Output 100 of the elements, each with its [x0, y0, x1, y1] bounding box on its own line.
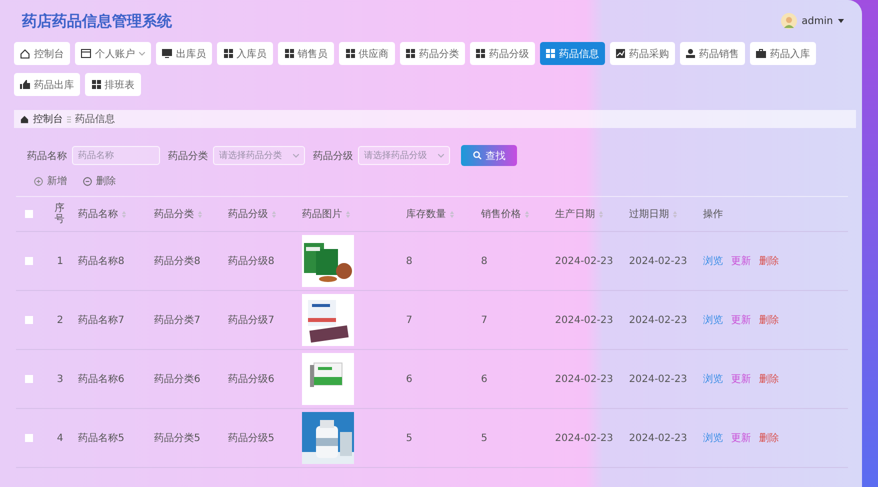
- grid-icon: [284, 49, 294, 58]
- sort-icon[interactable]: [272, 210, 276, 218]
- nav-tab[interactable]: 药品采购: [610, 42, 675, 65]
- nav-tab[interactable]: 药品分类: [400, 42, 465, 65]
- nav-tab[interactable]: 个人账户: [75, 42, 151, 65]
- nav-tab[interactable]: 药品出库: [14, 73, 80, 96]
- delete-link[interactable]: 删除: [759, 372, 779, 386]
- sort-icon[interactable]: [525, 210, 529, 218]
- user-name[interactable]: admin: [802, 16, 833, 26]
- table-cell: 1: [56, 256, 64, 266]
- table-cell-text: 药品分级6: [228, 372, 274, 386]
- row-checkbox[interactable]: [25, 316, 33, 324]
- row-checkbox[interactable]: [25, 257, 33, 265]
- table-cell-text: 药品分类8: [154, 254, 200, 268]
- grid-icon: [476, 49, 485, 58]
- delete-button[interactable]: 删除: [83, 174, 116, 188]
- grid-icon: [346, 49, 354, 58]
- table-cell-text: 药品名称5: [78, 432, 124, 445]
- nav-tab[interactable]: 出库员: [156, 42, 212, 65]
- edit-link[interactable]: 更新: [731, 254, 751, 268]
- table-cell-text: 药品名称7: [78, 314, 124, 327]
- nav-tab[interactable]: 入库员: [217, 42, 273, 65]
- nav-tab[interactable]: 销售员: [278, 42, 334, 65]
- table-cell: 8: [481, 256, 488, 266]
- table-cell-text: 药品分级8: [228, 254, 274, 268]
- column-header[interactable]: 销售价格: [481, 207, 521, 221]
- plus-circle-icon: [34, 176, 43, 186]
- column-header[interactable]: 库存数量: [406, 207, 446, 221]
- column-header[interactable]: 药品图片: [302, 207, 342, 221]
- nav-tab[interactable]: 排班表: [85, 73, 141, 96]
- table-cell-text: 药品分类5: [154, 432, 200, 445]
- filter-label: 药品分类: [168, 150, 208, 162]
- monitor-icon: [162, 49, 172, 58]
- card-icon: [81, 49, 91, 58]
- sort-icon[interactable]: [673, 210, 677, 218]
- add-button[interactable]: 新增: [34, 174, 67, 188]
- table-cell: 7: [406, 314, 412, 326]
- grid-icon: [224, 49, 232, 58]
- nav-tab[interactable]: 药品分级: [470, 42, 535, 65]
- table-cell-text: 药品分类7: [154, 314, 200, 327]
- sort-icon[interactable]: [198, 210, 202, 218]
- app-title: 药店药品信息管理系统: [22, 12, 172, 30]
- breadcrumb-item: 药品信息: [75, 112, 115, 126]
- table-cell: 2024-02-23: [555, 432, 614, 444]
- table-cell-text: 药品分类6: [154, 372, 200, 386]
- table-cell: 4: [56, 432, 64, 444]
- table-cell: 2024-02-23: [555, 256, 614, 266]
- column-header: 操作: [703, 208, 723, 221]
- home-icon: [20, 114, 29, 124]
- table-cell: 6: [481, 374, 488, 384]
- row-checkbox[interactable]: [25, 375, 33, 383]
- filter-label: 药品名称: [27, 150, 67, 162]
- sort-icon[interactable]: [346, 210, 350, 218]
- edit-link[interactable]: 更新: [731, 372, 751, 386]
- separator-icon: [67, 116, 71, 122]
- nav-tab[interactable]: 控制台: [14, 42, 70, 65]
- table-cell: 6: [406, 374, 412, 384]
- input-field[interactable]: 药品名称: [72, 146, 160, 165]
- search-button[interactable]: 查找: [461, 145, 517, 166]
- table-cell: 5: [406, 432, 412, 444]
- table-cell: 2024-02-23: [629, 432, 688, 444]
- chevron-icon: [293, 154, 299, 158]
- caret-icon[interactable]: [838, 19, 844, 23]
- column-header: 序号: [54, 203, 66, 225]
- edit-link[interactable]: 更新: [731, 431, 751, 445]
- avatar-icon[interactable]: [780, 13, 797, 29]
- column-header[interactable]: 药品分级: [228, 207, 268, 221]
- briefcase-icon: [756, 49, 766, 58]
- column-header[interactable]: 过期日期: [629, 207, 669, 221]
- edit-link[interactable]: 更新: [731, 313, 751, 327]
- delete-link[interactable]: 删除: [759, 431, 779, 445]
- column-header[interactable]: 药品分类: [154, 207, 194, 221]
- nav-tab[interactable]: 供应商: [339, 42, 395, 65]
- column-header[interactable]: 生产日期: [555, 207, 595, 221]
- nav-tab[interactable]: 药品入库: [750, 42, 816, 65]
- delete-link[interactable]: 删除: [759, 254, 779, 268]
- table-cell-text: 药品名称8: [78, 254, 124, 268]
- sort-icon[interactable]: [599, 210, 603, 218]
- table-cell: 2024-02-23: [555, 314, 614, 326]
- grid-icon: [546, 49, 555, 58]
- table-cell: 2024-02-23: [629, 256, 688, 266]
- thumbs-up-icon: [20, 80, 30, 89]
- table-cell-text: 药品分级5: [228, 432, 274, 445]
- sort-icon[interactable]: [122, 210, 126, 218]
- nav-tab[interactable]: 药品销售: [680, 42, 745, 65]
- column-header[interactable]: 药品名称: [78, 207, 118, 221]
- table-cell-text: 药品名称6: [78, 372, 124, 386]
- select-all-checkbox[interactable]: [25, 210, 33, 218]
- table-cell: 2: [56, 314, 64, 326]
- grid-icon: [92, 80, 100, 89]
- table-cell: 8: [406, 256, 412, 266]
- person-icon: [686, 49, 695, 58]
- grid-icon: [406, 49, 415, 58]
- delete-link[interactable]: 删除: [759, 313, 779, 327]
- row-checkbox[interactable]: [25, 434, 33, 442]
- table-cell: 2024-02-23: [555, 374, 614, 384]
- table-cell: 2024-02-23: [629, 314, 688, 326]
- breadcrumb-item[interactable]: 控制台: [33, 112, 63, 126]
- sort-icon[interactable]: [450, 210, 454, 218]
- nav-tab[interactable]: 药品信息: [540, 42, 605, 65]
